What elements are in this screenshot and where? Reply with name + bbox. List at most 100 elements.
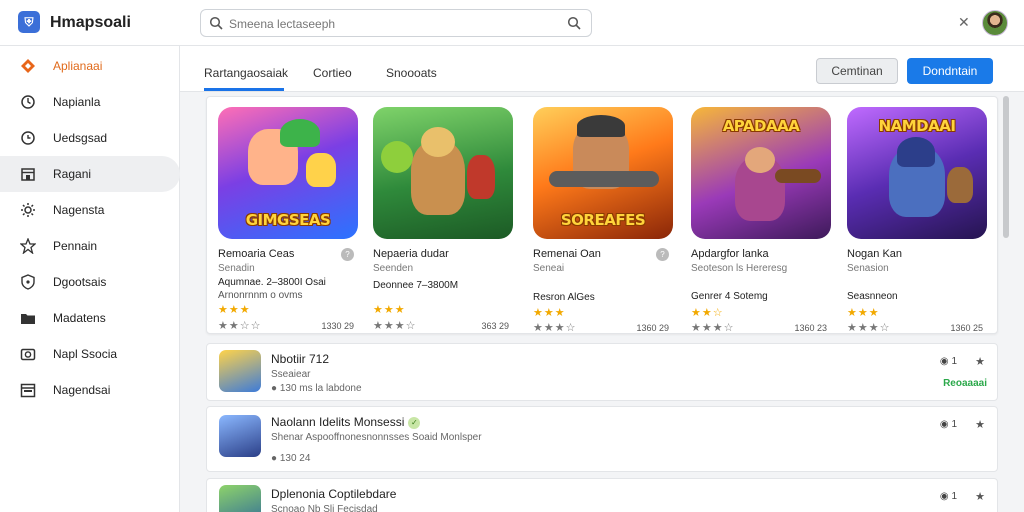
- list-item-title: Nbotiir 712: [271, 352, 330, 366]
- game-artwork: NAMDAAI: [847, 107, 987, 239]
- search-submit-icon[interactable]: [567, 16, 581, 30]
- game-artwork: [373, 107, 513, 239]
- favorite-star-icon[interactable]: ★: [975, 418, 985, 431]
- sidebar-item-3[interactable]: Ragani: [0, 156, 180, 192]
- list-item-subtitle: Shenar Aspooffnonesnonnsses Soaid Monlsp…: [271, 432, 482, 443]
- info-icon[interactable]: ?: [341, 248, 354, 261]
- list-item[interactable]: Dplenonia Coptilebdare Scnoao Nb Sli Fec…: [206, 478, 998, 512]
- shield-icon: [21, 274, 35, 290]
- featured-card[interactable]: SOREAFES Remenai Oan ? Seneai Resron AlG…: [533, 107, 675, 334]
- list-item-subtitle: Scnoao Nb Sli Fecisdad: [271, 504, 378, 512]
- review-count: 1330 29: [321, 321, 354, 331]
- rating-stars-secondary: ★★★☆: [373, 320, 417, 332]
- list-item-subtitle: Sseaiear: [271, 369, 311, 380]
- tab-1[interactable]: Cortieo: [313, 66, 352, 80]
- game-artwork: GIMGSEAS: [218, 107, 358, 239]
- app-developer: Seenden: [373, 263, 414, 274]
- app-developer: Senasion: [847, 263, 889, 274]
- app-title: Remenai Oan: [533, 248, 601, 260]
- search-icon: [209, 16, 223, 30]
- rating-stars-secondary: ★★★☆: [691, 322, 735, 334]
- app-title: Remoaria Ceas: [218, 248, 295, 260]
- app-meta-2: Arnonrnnm o ovms: [218, 290, 303, 301]
- rating-stars: ★★★: [533, 307, 566, 319]
- scrollbar[interactable]: [1003, 96, 1009, 238]
- featured-card[interactable]: APADAAA Apdargfor lanka Seoteson ls Here…: [691, 107, 833, 334]
- review-count: 1360 29: [636, 323, 669, 333]
- app-title: Apdargfor lanka: [691, 248, 769, 260]
- app-meta: Deonnee 7–3800M: [373, 280, 459, 291]
- list-item[interactable]: Nbotiir 712 Sseaiear ● 130 ms la labdone…: [206, 343, 998, 401]
- secondary-button[interactable]: Cemtinan: [816, 58, 898, 84]
- calendar-icon: [20, 383, 36, 398]
- rating-stars-secondary: ★★☆☆: [218, 320, 262, 332]
- sidebar-item-0[interactable]: Aplianaai: [0, 48, 180, 84]
- app-thumbnail: [219, 415, 261, 457]
- review-count: 363 29: [481, 321, 509, 331]
- search-placeholder: Smeena lectaseeph: [229, 17, 336, 31]
- diamond-icon: [21, 59, 35, 73]
- primary-button[interactable]: Dondntain: [907, 58, 993, 84]
- gear-icon: [21, 203, 35, 217]
- list-item-meta: ● 130 24: [271, 453, 311, 464]
- list-item-meta: ● 130 ms la labdone: [271, 383, 362, 394]
- featured-card[interactable]: Nepaeria dudar Seenden Deonnee 7–3800M ★…: [373, 107, 515, 332]
- rating-stars-secondary: ★★★☆: [533, 322, 577, 334]
- featured-card[interactable]: GIMGSEAS Remoaria Ceas ? Senadin Aqumnae…: [218, 107, 360, 332]
- info-count: ◉ 1: [939, 419, 957, 430]
- sidebar-item-8[interactable]: Napl Ssocia: [0, 336, 180, 372]
- review-count: 1360 25: [950, 323, 983, 333]
- status-label: Reoaaaai: [943, 378, 987, 389]
- list-item-title: Dplenonia Coptilebdare: [271, 487, 397, 501]
- rating-stars: ★★★: [373, 304, 406, 316]
- featured-carousel: GIMGSEAS Remoaria Ceas ? Senadin Aqumnae…: [206, 96, 998, 334]
- tab-2[interactable]: Snoooats: [386, 66, 437, 80]
- search-input[interactable]: Smeena lectaseeph: [200, 9, 592, 37]
- rating-stars: ★★☆: [691, 307, 724, 319]
- app-meta: Genrer 4 Sotemg: [691, 291, 768, 302]
- app-meta: Seasnneon: [847, 291, 898, 302]
- history-icon: [21, 131, 35, 145]
- app-title: Nepaeria dudar: [373, 248, 449, 260]
- app-name: Hmapsoali: [50, 14, 131, 31]
- rating-stars: ★★★: [218, 304, 251, 316]
- app-developer: Seneai: [533, 263, 565, 274]
- info-icon[interactable]: ?: [656, 248, 669, 261]
- tab-0[interactable]: Rartangaosaiak: [204, 66, 288, 80]
- featured-card[interactable]: NAMDAAI Nogan Kan Senasion Seasnneon ★★★…: [847, 107, 989, 334]
- camera-icon: [20, 348, 36, 361]
- rating-stars-secondary: ★★★☆: [847, 322, 891, 334]
- top-bar: ⛨ Hmapsoali Smeena lectaseeph ✕: [0, 0, 1024, 46]
- rating-stars: ★★★: [847, 307, 880, 319]
- sidebar: Aplianaai Napianla Uedsgsad Ragani Nagen…: [0, 46, 180, 512]
- sidebar-item-2[interactable]: Uedsgsad: [0, 120, 180, 156]
- puzzle-icon: [20, 238, 36, 254]
- app-developer: Seoteson ls Hereresg: [691, 263, 788, 274]
- sidebar-item-4[interactable]: Nagensta: [0, 192, 180, 228]
- close-icon[interactable]: ✕: [958, 14, 970, 31]
- favorite-star-icon[interactable]: ★: [975, 355, 985, 368]
- active-tab-indicator: [204, 88, 284, 91]
- user-avatar[interactable]: [982, 10, 1008, 36]
- verified-icon: ✓: [408, 417, 421, 429]
- favorite-star-icon[interactable]: ★: [975, 490, 985, 503]
- app-developer: Senadin: [218, 263, 255, 274]
- sidebar-item-9[interactable]: Nagendsai: [0, 372, 180, 408]
- sidebar-item-5[interactable]: Pennain: [0, 228, 180, 264]
- info-count: ◉ 1: [939, 491, 957, 502]
- app-logo-icon[interactable]: ⛨: [18, 11, 40, 33]
- sidebar-item-1[interactable]: Napianla: [0, 84, 180, 120]
- app-meta: Resron AlGes: [533, 292, 595, 303]
- game-artwork: APADAAA: [691, 107, 831, 239]
- sidebar-item-7[interactable]: Madatens: [0, 300, 180, 336]
- sidebar-item-6[interactable]: Dgootsais: [0, 264, 180, 300]
- store-icon: [21, 168, 35, 181]
- info-count: ◉ 1: [939, 356, 957, 367]
- app-thumbnail: [219, 350, 261, 392]
- list-item[interactable]: Naolann Idelits Monsessi ✓ Shenar Aspooff…: [206, 406, 998, 472]
- app-title: Nogan Kan: [847, 248, 903, 260]
- review-count: 1360 23: [794, 323, 827, 333]
- game-artwork: SOREAFES: [533, 107, 673, 239]
- list-item-title: Naolann Idelits Monsessi ✓: [271, 415, 421, 429]
- clock-icon: [21, 95, 35, 109]
